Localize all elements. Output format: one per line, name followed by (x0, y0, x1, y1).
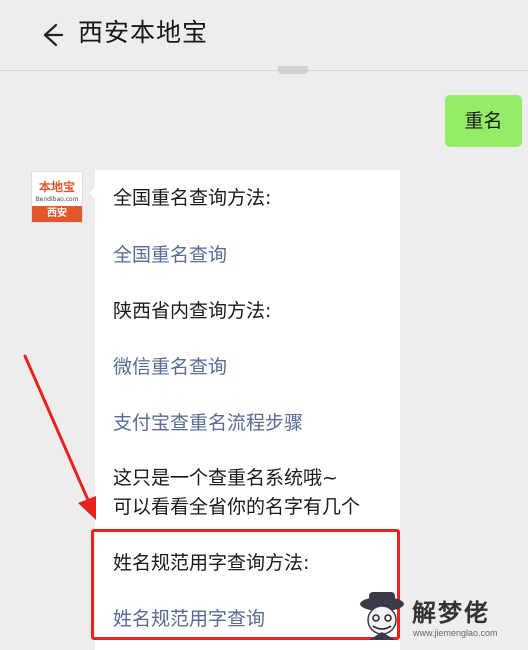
red-arrow-icon (23, 354, 96, 520)
watermark-url: www.jiemenglao.com (413, 628, 498, 638)
watermark-text: 解梦佬 (412, 599, 490, 627)
